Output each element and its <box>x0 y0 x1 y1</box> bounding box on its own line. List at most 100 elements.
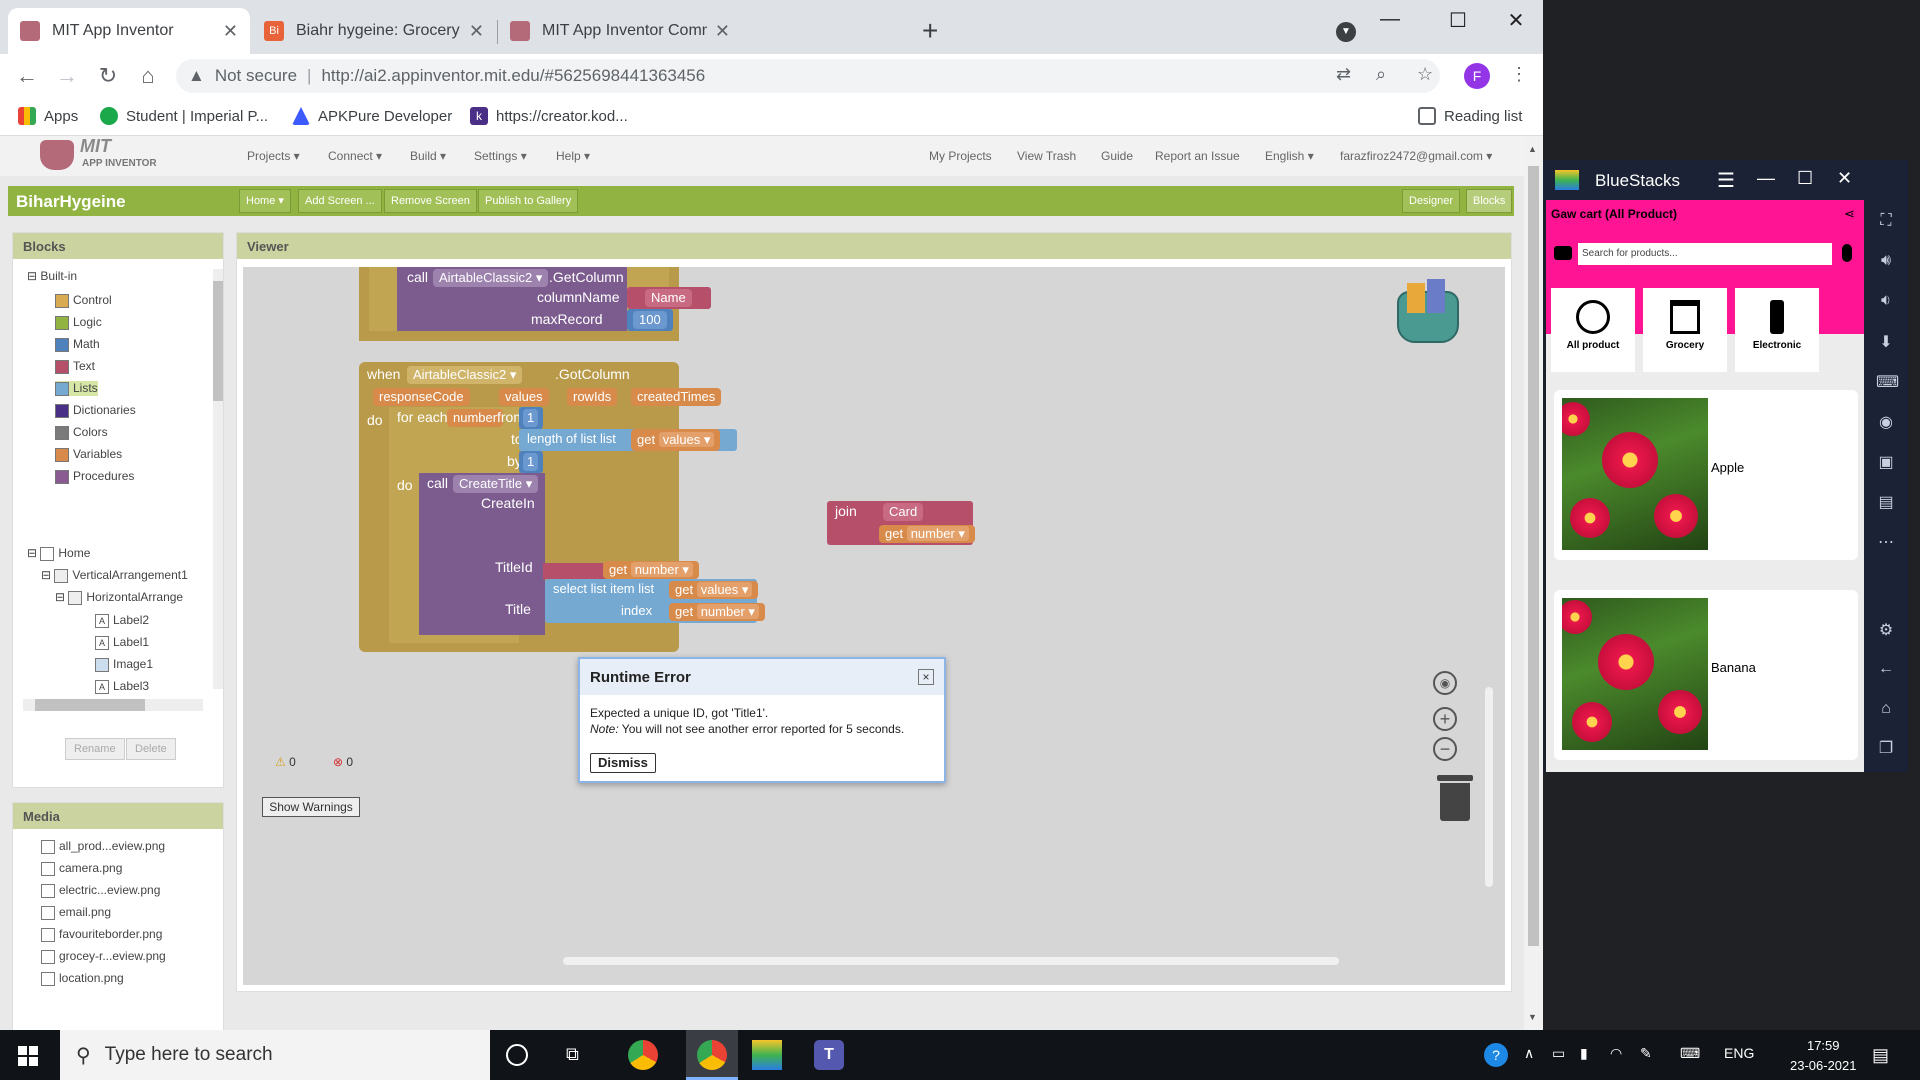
select-list-item-block[interactable]: select list item list index get values ▾… <box>545 579 765 623</box>
bookmark-kodular[interactable]: k https://creator.kod... <box>470 107 628 125</box>
keyboard-icon[interactable]: ⌨ <box>1876 372 1899 392</box>
tab-community[interactable]: MIT App Inventor Community ✕ <box>498 8 742 54</box>
component-horizontalarrangement[interactable]: ⊟ HorizontalArrange <box>55 590 215 605</box>
collapse-icon[interactable]: ⊟ <box>27 269 40 283</box>
remove-screen-button[interactable]: Remove Screen <box>384 189 477 213</box>
length-of-list-block[interactable]: length of list list get values ▾ <box>519 429 737 451</box>
errors-indicator[interactable]: ⊗ 0 <box>333 755 353 769</box>
apk-icon[interactable]: ▤ <box>1876 492 1896 512</box>
builtin-item[interactable]: Dictionaries <box>55 403 136 418</box>
new-tab-button[interactable]: + <box>922 14 938 48</box>
fullscreen-icon[interactable]: ⛶ <box>1876 212 1896 232</box>
builtin-item[interactable]: Control <box>55 293 112 308</box>
media-file[interactable]: email.png <box>41 905 111 920</box>
category-all-product[interactable]: All product <box>1551 288 1635 372</box>
tab-mit-app-inventor[interactable]: MIT App Inventor ✕ <box>8 8 250 54</box>
media-file[interactable]: electric...eview.png <box>41 883 160 898</box>
collapse-icon[interactable]: ⊟ <box>27 546 40 560</box>
get-number-block[interactable]: get number ▾ <box>879 525 975 543</box>
language-indicator[interactable]: ENG <box>1724 1045 1754 1061</box>
chrome-taskbar-icon[interactable] <box>628 1040 658 1070</box>
variable-dropdown[interactable]: values ▾ <box>696 582 753 597</box>
battery-icon[interactable]: ▮ <box>1580 1045 1588 1062</box>
category-grocery[interactable]: Grocery <box>1643 288 1727 372</box>
screenshot-icon[interactable]: ▣ <box>1876 452 1896 472</box>
pen-icon[interactable]: ✎ <box>1640 1045 1652 1062</box>
component-label2[interactable]: A Label2 <box>95 613 149 628</box>
close-window-button[interactable]: ✕ <box>1496 8 1536 33</box>
text-value[interactable]: Name <box>645 289 692 307</box>
microphone-icon[interactable] <box>1842 244 1852 262</box>
show-warnings-button[interactable]: Show Warnings <box>262 797 360 817</box>
variable-dropdown[interactable]: number ▾ <box>906 526 969 541</box>
loop-variable[interactable]: number <box>447 409 504 427</box>
builtin-item[interactable]: Variables <box>55 447 122 462</box>
builtin-item[interactable]: Math <box>55 337 100 352</box>
close-tab-icon[interactable]: ✕ <box>469 21 484 42</box>
builtin-item[interactable]: Procedures <box>55 469 134 484</box>
url-text[interactable]: http://ai2.appinventor.mit.edu/#56256984… <box>321 66 705 86</box>
taskbar-search[interactable]: ⚲ Type here to search <box>60 1030 490 1080</box>
zoom-in-icon[interactable]: + <box>1433 707 1457 731</box>
call-getcolumn-block[interactable]: call AirtableClassic2 ▾ .GetColumn colum… <box>397 267 627 331</box>
get-values-block[interactable]: get values ▾ <box>669 581 759 599</box>
builtin-item[interactable]: Lists <box>55 381 98 396</box>
variable-dropdown[interactable]: number ▾ <box>696 604 759 619</box>
product-card[interactable]: Banana <box>1554 590 1858 760</box>
number-value[interactable]: 1 <box>523 409 539 427</box>
tab-search-icon[interactable]: ▼ <box>1336 22 1356 42</box>
minimize-button[interactable]: — <box>1370 8 1410 31</box>
component-label1[interactable]: A Label1 <box>95 635 149 650</box>
variable-dropdown[interactable]: number ▾ <box>630 562 693 577</box>
scroll-thumb[interactable] <box>1528 166 1539 946</box>
dialog-close-icon[interactable]: × <box>918 669 934 685</box>
link-guide[interactable]: Guide <box>1101 149 1133 163</box>
link-report-issue[interactable]: Report an Issue <box>1155 149 1240 163</box>
text-name-block[interactable]: Name <box>627 287 711 309</box>
collapse-icon[interactable]: ⊟ <box>41 568 54 582</box>
param-values[interactable]: values <box>499 388 549 406</box>
component-home[interactable]: ⊟ Home <box>27 546 90 561</box>
profile-avatar[interactable]: F <box>1464 63 1490 89</box>
warnings-indicator[interactable]: ⚠ 0 <box>275 755 296 769</box>
install-apk-icon[interactable]: ⬇ <box>1876 332 1896 352</box>
clock[interactable]: 17:59 23-06-2021 <box>1790 1036 1857 1076</box>
menu-settings[interactable]: Settings ▾ <box>474 149 527 163</box>
menu-help[interactable]: Help ▾ <box>556 149 590 163</box>
builtin-item[interactable]: Text <box>55 359 95 374</box>
link-my-projects[interactable]: My Projects <box>929 149 992 163</box>
address-bar[interactable]: ▲ Not secure | http://ai2.appinventor.mi… <box>176 59 1440 93</box>
media-file[interactable]: location.png <box>41 971 124 986</box>
builtin-node[interactable]: ⊟ Built-in <box>27 269 77 283</box>
dismiss-button[interactable]: Dismiss <box>590 753 656 773</box>
volume-down-icon[interactable]: 🔉︎ <box>1876 292 1896 312</box>
add-screen-button[interactable]: Add Screen ... <box>298 189 382 213</box>
show-hidden-icons[interactable]: ∧ <box>1524 1045 1534 1062</box>
param-response-code[interactable]: responseCode <box>373 388 470 406</box>
settings-gear-icon[interactable]: ⚙ <box>1876 620 1896 640</box>
menu-projects[interactable]: Projects ▾ <box>247 149 300 163</box>
more-icon[interactable]: ⋯ <box>1876 532 1896 552</box>
builtin-item[interactable]: Logic <box>55 315 102 330</box>
android-home-icon[interactable]: ⌂ <box>1876 700 1896 720</box>
scroll-up-icon[interactable]: ▲ <box>1528 144 1537 154</box>
get-number-block[interactable]: get number ▾ <box>603 561 699 579</box>
get-values-block[interactable]: get values ▾ <box>631 429 721 451</box>
category-electronic[interactable]: Electronic <box>1735 288 1819 372</box>
share-icon[interactable]: ⋖ <box>1844 206 1855 222</box>
touch-keyboard-icon[interactable]: ⌨ <box>1680 1045 1700 1062</box>
teams-taskbar-icon[interactable]: T <box>814 1040 844 1070</box>
menu-build[interactable]: Build ▾ <box>410 149 446 163</box>
blocks-workspace[interactable]: call AirtableClassic2 ▾ .GetColumn colum… <box>243 267 1505 985</box>
notifications-icon[interactable]: ▤ <box>1872 1045 1889 1066</box>
hamburger-menu-icon[interactable]: ☰ <box>1717 168 1735 193</box>
workspace-hscrollbar[interactable] <box>563 957 1339 965</box>
titleid-join-block[interactable]: get number ▾ <box>543 561 699 579</box>
maximize-icon[interactable]: ☐ <box>1797 168 1813 189</box>
component-verticalarrangement[interactable]: ⊟ VerticalArrangement1 <box>41 568 188 583</box>
component-dropdown[interactable]: AirtableClassic2 ▾ <box>407 366 523 384</box>
zoom-out-icon[interactable]: − <box>1433 737 1457 761</box>
rename-button[interactable]: Rename <box>65 738 125 760</box>
backpack-icon[interactable] <box>1393 279 1463 349</box>
menu-language[interactable]: English ▾ <box>1265 149 1314 163</box>
